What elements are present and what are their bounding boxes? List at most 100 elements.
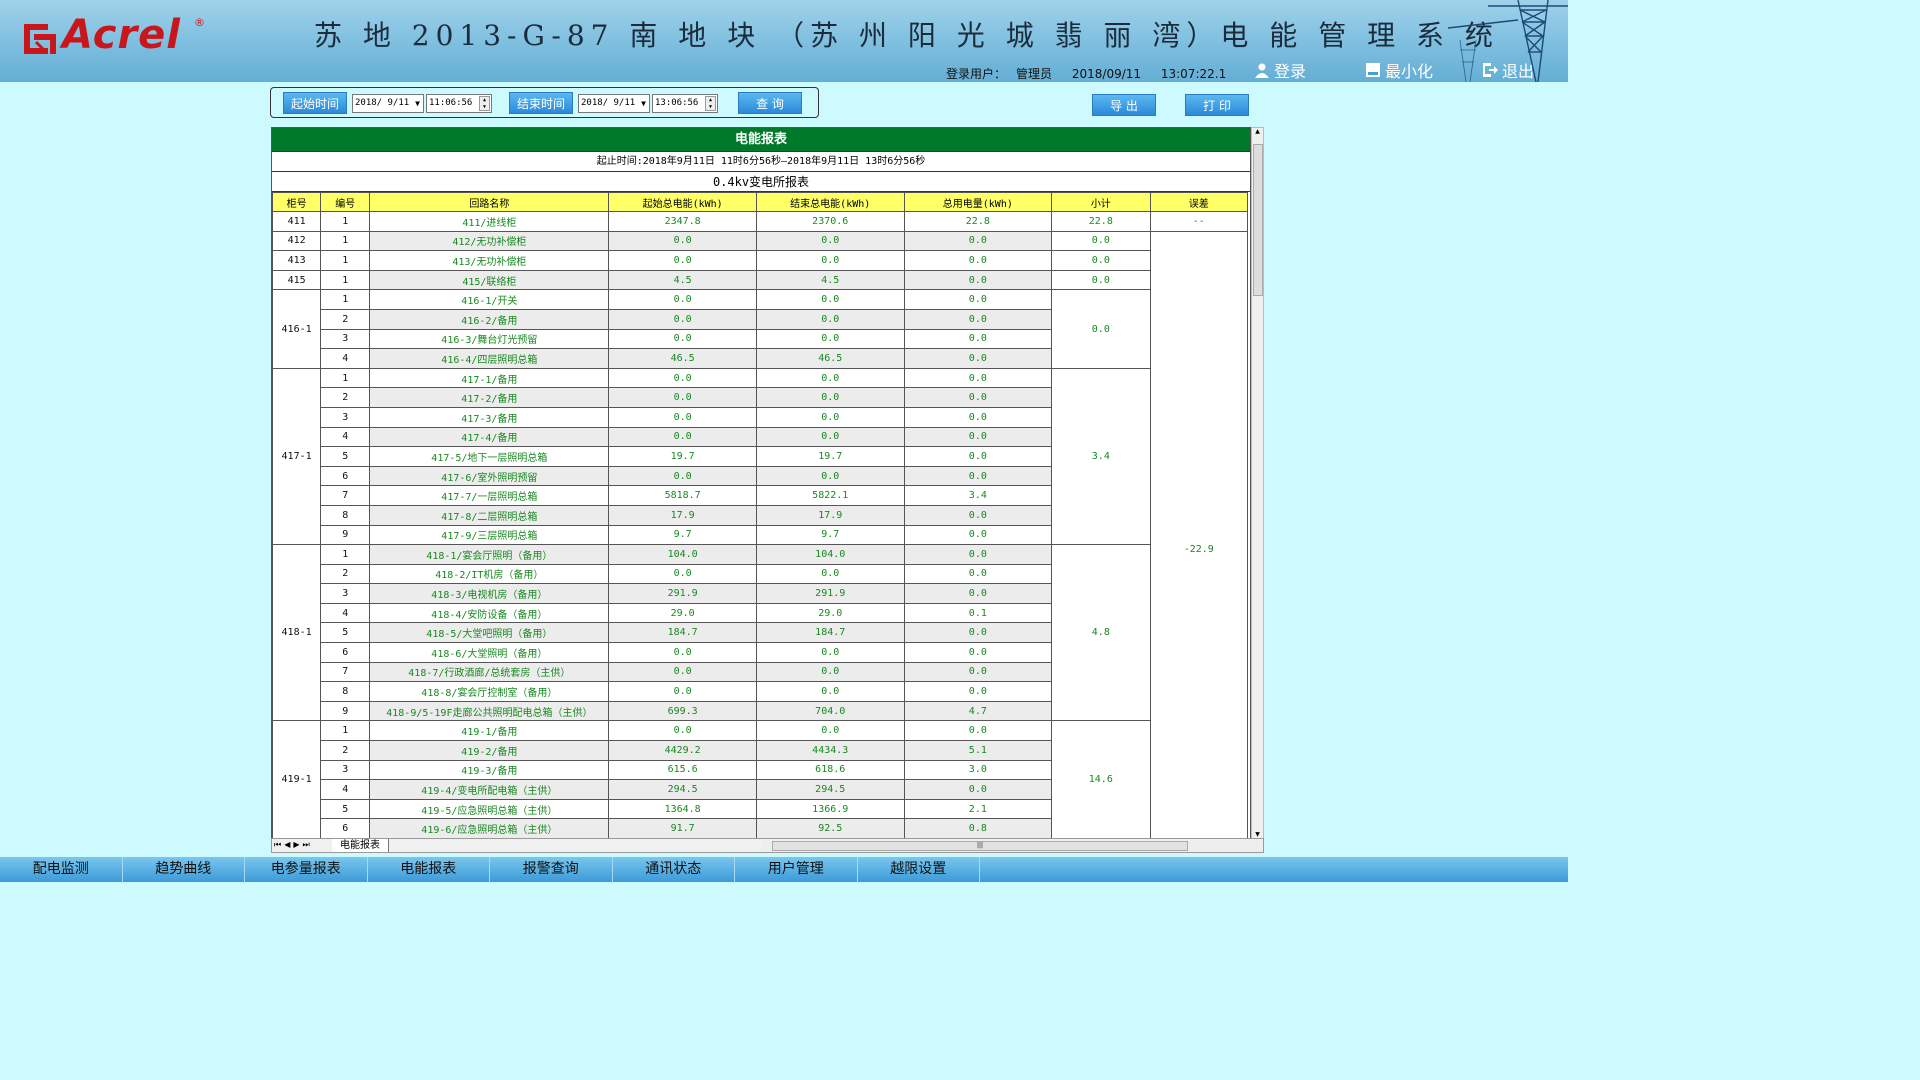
end-energy-cell: 0.0 [755, 681, 905, 702]
subtotal-cell: 0.0 [1051, 250, 1151, 271]
sheet-tab-energy-report[interactable]: 电能报表 [332, 839, 389, 852]
dropdown-arrow-icon[interactable]: ▼ [415, 95, 420, 112]
circuit-name-cell: 418-1/宴会厅照明（备用） [369, 544, 610, 565]
nav-item[interactable]: 报警查询 [490, 857, 613, 882]
circuit-name-cell: 418-5/大堂吧照明（备用） [369, 622, 610, 644]
start-energy-cell: 4.5 [608, 269, 757, 291]
start-time-label: 起始时间 [283, 92, 347, 114]
start-energy-cell: 9.7 [608, 524, 757, 546]
end-energy-cell: 0.0 [755, 308, 905, 330]
circuit-name-cell: 418-8/宴会厅控制室（备用） [369, 681, 610, 702]
start-energy-cell: 29.0 [608, 602, 757, 624]
total-energy-cell: 0.1 [903, 602, 1053, 624]
start-energy-cell: 0.0 [608, 250, 757, 271]
end-energy-cell: 184.7 [755, 622, 905, 644]
total-energy-cell: 0.0 [903, 250, 1053, 271]
table-header-row: 柜号 编号 回路名称 起始总电能(kWh) 结束总电能(kWh) 总用电量(kWh) 小计误… [272, 192, 1249, 212]
nav-item[interactable]: 越限设置 [858, 857, 980, 882]
total-energy-cell: 5.1 [903, 740, 1053, 761]
end-date-picker[interactable]: 2018/ 9/11 ▼ [578, 94, 650, 113]
table-row: 419-1 1 419-1/备用 0.0 0.0 0.0 14.6 [272, 720, 1248, 838]
number-cell: 9 [320, 524, 371, 546]
cabinet-cell: 411 [272, 211, 322, 232]
end-energy-cell: 46.5 [755, 348, 905, 369]
number-cell: 5 [320, 446, 371, 467]
start-time-input[interactable]: 11:06:56 ▲ ▼ [426, 94, 492, 113]
column-header: 起始总电能(kWh) [608, 192, 757, 212]
total-energy-cell: 0.0 [903, 387, 1053, 408]
total-energy-cell: 0.0 [903, 230, 1053, 252]
total-energy-cell: 0.0 [903, 465, 1053, 487]
login-user: 管理员 [1016, 67, 1053, 81]
number-cell: 8 [320, 681, 371, 702]
nav-item[interactable]: 趋势曲线 [123, 857, 245, 882]
login-info: 登录用户： 管理员 2018/09/11 13:07:22.1 [946, 65, 1236, 82]
search-button[interactable]: 查 询 [738, 92, 802, 114]
total-energy-cell: 2.1 [903, 798, 1053, 820]
table-row: 418-1 1 418-1/宴会厅照明（备用） 104.0 104.0 0.0 4.8 [272, 544, 1248, 722]
end-energy-cell: 29.0 [755, 602, 905, 624]
total-energy-cell: 0.0 [903, 328, 1053, 350]
circuit-name-cell: 419-1/备用 [369, 720, 610, 742]
user-icon [1255, 63, 1269, 78]
minimize-button[interactable]: 最小化 [1365, 60, 1434, 81]
start-energy-cell: 699.3 [608, 700, 757, 722]
vertical-scroll-thumb[interactable] [1253, 144, 1263, 296]
circuit-name-cell: 418-9/5-19F走廊公共照明配电总箱（主供） [369, 700, 610, 722]
nav-item[interactable]: 用户管理 [735, 857, 858, 882]
total-energy-cell: 0.0 [903, 348, 1053, 369]
total-energy-cell: 0.0 [903, 661, 1053, 683]
number-cell: 6 [320, 465, 371, 487]
number-cell: 6 [320, 818, 371, 838]
spinner-icon[interactable]: ▲ ▼ [705, 96, 716, 111]
end-energy-cell: 1366.9 [755, 798, 905, 820]
start-date-value: 2018/ 9/11 [355, 98, 410, 108]
circuit-name-cell: 418-7/行政酒廊/总统套房（主供） [369, 661, 610, 683]
circuit-name-cell: 416-2/备用 [369, 308, 610, 330]
vertical-scrollbar[interactable]: ▲ ▼ [1251, 127, 1264, 839]
total-energy-cell: 22.8 [903, 211, 1053, 232]
circuit-name-cell: 417-2/备用 [369, 387, 610, 408]
header-date: 2018/09/11 [1071, 67, 1142, 81]
export-button[interactable]: 导 出 [1092, 94, 1156, 116]
total-energy-cell: 0.0 [903, 269, 1053, 291]
circuit-name-cell: 418-3/电视机房（备用） [369, 583, 610, 604]
circuit-name-cell: 417-9/三层照明总箱 [369, 524, 610, 546]
cabinet-cell: 417-1 [272, 367, 322, 546]
end-time-input[interactable]: 13:06:56 ▲ ▼ [652, 94, 718, 113]
circuit-name-cell: 419-2/备用 [369, 740, 610, 761]
sheet-nav-icons[interactable]: ⏮◀▶⏭ [274, 840, 313, 850]
report-subtitle: 0.4kv变电所报表 [272, 172, 1250, 192]
end-energy-cell: 618.6 [755, 759, 905, 781]
minimize-button-label: 最小化 [1385, 62, 1434, 81]
horizontal-scroll-thumb[interactable]: ||| [772, 841, 1188, 851]
start-date-picker[interactable]: 2018/ 9/11 ▼ [352, 94, 424, 113]
end-energy-cell: 92.5 [755, 818, 905, 838]
total-energy-cell: 0.0 [903, 367, 1053, 389]
number-cell: 1 [320, 269, 371, 291]
nav-item[interactable]: 电能报表 [368, 857, 490, 882]
subtotal-cell: 0.0 [1051, 289, 1151, 369]
login-button[interactable]: 登录 [1254, 60, 1306, 81]
scroll-up-icon[interactable]: ▲ [1252, 128, 1263, 135]
number-cell: 8 [320, 504, 371, 526]
number-cell: 1 [320, 250, 371, 271]
print-button[interactable]: 打 印 [1185, 94, 1249, 116]
end-energy-cell: 0.0 [755, 289, 905, 310]
total-energy-cell: 0.0 [903, 720, 1053, 742]
nav-item[interactable]: 电参量报表 [245, 857, 368, 882]
number-cell: 2 [320, 387, 371, 408]
spinner-icon[interactable]: ▲ ▼ [479, 96, 490, 111]
nav-item[interactable]: 通讯状态 [613, 857, 735, 882]
scroll-down-icon[interactable]: ▼ [1252, 831, 1263, 838]
end-energy-cell: 0.0 [755, 230, 905, 252]
exit-button[interactable]: 退出 [1482, 60, 1534, 81]
total-energy-cell: 0.0 [903, 681, 1053, 702]
start-energy-cell: 0.0 [608, 289, 757, 310]
subtotal-cell: 3.4 [1051, 367, 1151, 546]
circuit-name-cell: 419-6/应急照明总箱（主供） [369, 818, 610, 838]
dropdown-arrow-icon[interactable]: ▼ [641, 95, 646, 112]
total-energy-cell: 0.0 [903, 583, 1053, 604]
nav-item[interactable]: 配电监测 [0, 857, 123, 882]
horizontal-scrollbar[interactable]: ||| [762, 840, 1262, 852]
